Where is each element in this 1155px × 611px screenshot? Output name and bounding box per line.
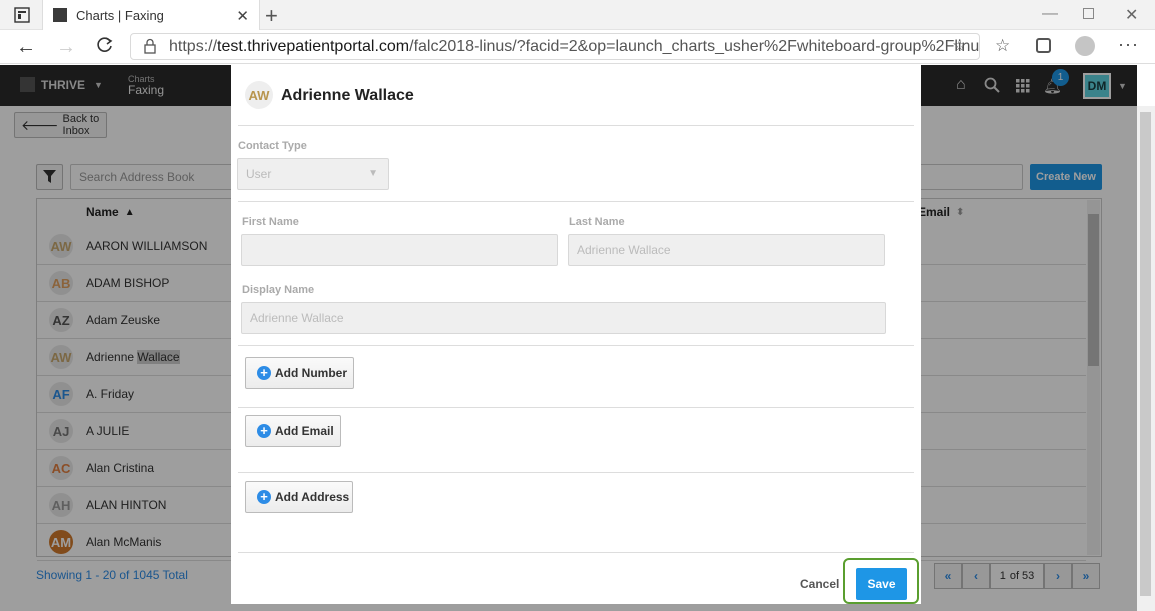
add-number-button[interactable]: + Add Number [245, 357, 354, 389]
divider [238, 552, 914, 553]
page-scrollbar-thumb[interactable] [1140, 112, 1151, 596]
url-path: /falc2018-linus/?facid=2&op=launch_chart… [409, 37, 980, 55]
tab-close-icon[interactable]: ✕ [236, 7, 249, 25]
address-bar[interactable]: https://test.thrivepatientportal.com/fal… [130, 33, 980, 60]
new-tab-icon[interactable]: + [265, 3, 278, 29]
last-name-input[interactable]: Adrienne Wallace [568, 234, 885, 266]
browser-tab[interactable]: Charts | Faxing ✕ [42, 0, 260, 30]
plus-circle-icon: + [257, 366, 271, 380]
contact-type-select[interactable]: User ▼ [237, 158, 389, 190]
divider [238, 345, 914, 346]
save-button[interactable]: Save [856, 568, 907, 600]
browser-more-icon[interactable]: ··· [1118, 34, 1139, 55]
display-name-input[interactable]: Adrienne Wallace [241, 302, 886, 334]
edit-contact-modal: AW Adrienne Wallace Contact Type User ▼ … [231, 65, 921, 604]
page-scrollbar[interactable] [1137, 106, 1155, 611]
last-name-label: Last Name [569, 216, 625, 228]
plus-circle-icon: + [257, 490, 271, 504]
modal-avatar: AW [245, 81, 273, 109]
collections-icon[interactable] [1036, 38, 1051, 53]
add-email-button[interactable]: + Add Email [245, 415, 341, 447]
add-number-label: Add Number [275, 366, 347, 380]
chevron-down-icon: ▼ [368, 168, 378, 179]
modal-title: Adrienne Wallace [281, 87, 414, 104]
divider [238, 407, 914, 408]
tab-title: Charts | Faxing [76, 7, 164, 23]
refresh-icon[interactable] [96, 36, 114, 57]
url-host: test.thrivepatientportal.com [217, 37, 410, 55]
lock-icon[interactable] [143, 38, 157, 57]
forward-arrow-icon[interactable]: → [56, 36, 76, 59]
divider [238, 201, 914, 202]
divider [238, 472, 914, 473]
tab-favicon-icon [53, 8, 67, 22]
browser-window-menu-icon[interactable] [14, 7, 30, 23]
minimize-icon[interactable]: — [1042, 5, 1058, 23]
add-address-button[interactable]: + Add Address [245, 481, 353, 513]
url-prefix: https:// [169, 37, 218, 55]
add-address-label: Add Address [275, 490, 350, 504]
contact-type-label: Contact Type [238, 140, 307, 152]
add-favorite-icon[interactable]: ☆ [952, 36, 967, 56]
favorites-icon[interactable]: ☆ [995, 36, 1010, 56]
divider [238, 125, 914, 126]
cancel-button[interactable]: Cancel [800, 577, 839, 591]
contact-type-value: User [246, 167, 272, 181]
back-arrow-icon[interactable]: ← [16, 36, 36, 59]
window-close-icon[interactable]: ✕ [1125, 5, 1138, 25]
display-name-label: Display Name [242, 284, 315, 296]
add-email-label: Add Email [275, 424, 334, 438]
profile-icon[interactable] [1075, 36, 1095, 56]
restore-icon[interactable] [1083, 8, 1094, 19]
first-name-label: First Name [242, 216, 299, 228]
first-name-input[interactable] [241, 234, 558, 266]
plus-circle-icon: + [257, 424, 271, 438]
